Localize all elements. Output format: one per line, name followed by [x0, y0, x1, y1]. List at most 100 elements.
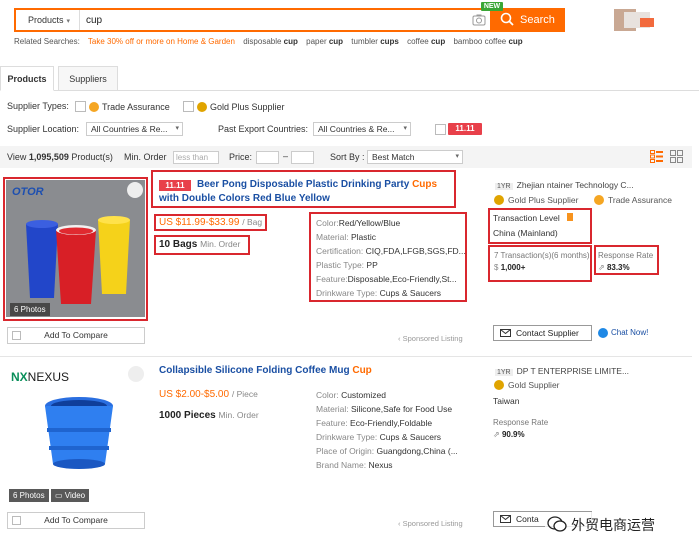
- attribute-row: Plastic Type: PP: [316, 260, 378, 270]
- trade-assurance-icon: [594, 195, 604, 205]
- past-export-select[interactable]: All Countries & Re... ▾: [313, 122, 411, 136]
- related-term[interactable]: paper cup: [306, 37, 343, 46]
- related-term[interactable]: bamboo coffee cup: [453, 37, 522, 46]
- search-icon: [500, 12, 514, 26]
- mug-illustration: [45, 397, 113, 469]
- product-count: View 1,095,509 Product(s): [7, 152, 113, 162]
- watermark: 外贸电商运营: [545, 512, 695, 536]
- sponsored-listing: ‹ Sponsored Listing: [398, 519, 463, 528]
- related-term[interactable]: tumbler cups: [351, 37, 399, 46]
- past-export-value: All Countries & Re...: [318, 124, 395, 134]
- search-scope-dropdown[interactable]: Products ▾: [16, 10, 80, 30]
- past-export-label: Past Export Countries:: [218, 124, 309, 134]
- add-to-compare-button[interactable]: Add To Compare: [7, 512, 145, 529]
- compare-label: Add To Compare: [44, 515, 108, 525]
- chat-now-link[interactable]: Chat Now!: [611, 328, 648, 337]
- search-input[interactable]: [86, 12, 466, 28]
- list-view-icon[interactable]: [650, 150, 663, 163]
- promo-filter-checkbox[interactable]: [435, 124, 446, 135]
- tab-products[interactable]: Products: [0, 66, 54, 91]
- attribute-row: Color: Customized: [316, 390, 386, 400]
- sort-value: Best Match: [372, 152, 415, 162]
- supplier-country: Taiwan: [493, 396, 520, 406]
- response-rate-value: ⇗ 83.3%: [598, 263, 630, 272]
- gold-supplier-label: Gold Supplier: [508, 380, 560, 390]
- response-rate-label: Response Rate: [598, 251, 654, 260]
- attribute-row: Material: Plastic: [316, 232, 377, 242]
- product-attributes: Color: Customized Material: Silicone,Saf…: [316, 388, 458, 472]
- supplier-location-label: Supplier Location:: [7, 124, 80, 134]
- supplier-name-link[interactable]: 1YR Zhejian ntainer Technology C...: [495, 180, 634, 190]
- envelope-icon: [500, 329, 511, 337]
- sponsored-listing: ‹ Sponsored Listing: [398, 334, 463, 343]
- row-divider: [0, 356, 692, 357]
- favorite-heart-icon[interactable]: [128, 366, 144, 382]
- price-max-input[interactable]: [291, 151, 314, 164]
- related-term[interactable]: disposable cup: [243, 37, 298, 46]
- search-bar: Products▾ Search: [14, 8, 565, 32]
- attribute-row: Drinkware Type: Cups & Saucers: [316, 432, 442, 442]
- chevron-down-icon: ▾: [66, 18, 71, 25]
- sort-label: Sort By :: [330, 152, 365, 162]
- wechat-icon: [547, 516, 567, 532]
- compare-checkbox[interactable]: [12, 331, 21, 340]
- compare-label: Add To Compare: [44, 330, 108, 340]
- product-title-link[interactable]: Beer Pong Disposable Plastic Drinking Pa…: [159, 178, 449, 206]
- attribute-row: Color:Red/Yellow/Blue: [316, 218, 401, 228]
- avatar[interactable]: [604, 9, 654, 33]
- related-term[interactable]: coffee cup: [407, 37, 445, 46]
- photo-count-badge: 6 Photos: [10, 303, 50, 316]
- supplier-country: China (Mainland): [493, 228, 558, 238]
- supplier-location-select[interactable]: All Countries & Re... ▾: [86, 122, 183, 136]
- gold-plus-supplier-label: Gold Plus Supplier: [508, 195, 579, 205]
- photo-count-badge: 6 Photos: [9, 489, 49, 502]
- search-scope-label: Products: [28, 15, 64, 25]
- min-order-label: Min. Order: [124, 152, 167, 162]
- tab-suppliers[interactable]: Suppliers: [58, 66, 118, 91]
- price-min-input[interactable]: [256, 151, 279, 164]
- min-order: 1000 Pieces Min. Order: [159, 410, 259, 421]
- add-to-compare-button[interactable]: Add To Compare: [7, 327, 145, 344]
- supplier-name-link[interactable]: 1YR DP T ENTERPRISE LIMITE...: [495, 366, 629, 376]
- transaction-level-label: Transaction Level: [493, 213, 560, 223]
- trade-assurance-icon: [89, 102, 99, 112]
- product-image[interactable]: OTOR 6 Photos: [6, 180, 145, 317]
- search-button-label: Search: [520, 14, 555, 26]
- brand-logo: OTOR: [12, 186, 44, 198]
- compare-checkbox[interactable]: [12, 516, 21, 525]
- gold-medal-icon: [197, 102, 207, 112]
- product-title-link[interactable]: Collapsible Silicone Folding Coffee Mug …: [159, 364, 372, 378]
- min-order-input[interactable]: less than: [173, 151, 219, 164]
- trade-assurance-checkbox[interactable]: [75, 101, 86, 112]
- dollar-icon: $: [494, 263, 499, 272]
- promo-link[interactable]: Take 30% off or more on Home & Garden: [88, 37, 235, 46]
- attribute-row: Feature: Eco-Friendly,Foldable: [316, 418, 433, 428]
- favorite-heart-icon[interactable]: [127, 182, 143, 198]
- response-rate-label: Response Rate: [493, 418, 549, 427]
- contact-supplier-button[interactable]: Contact Supplier: [493, 325, 592, 341]
- envelope-icon: [500, 515, 511, 523]
- sort-select[interactable]: Best Match ▾: [367, 150, 463, 164]
- promo-11-11-tag: 11.11: [448, 123, 482, 135]
- camera-icon[interactable]: [472, 13, 486, 27]
- gold-medal-icon: [494, 380, 504, 390]
- price: US $2.00-$5.00 / Piece: [159, 389, 258, 400]
- transaction-count: 7 Transaction(s)(6 months): [494, 251, 590, 260]
- video-icon: ▭: [55, 491, 63, 500]
- grid-view-icon[interactable]: [670, 150, 683, 163]
- product-image[interactable]: NXNEXUS 6 Photos ▭ Video: [7, 364, 145, 504]
- chevron-down-icon: ▾: [403, 125, 407, 132]
- supplier-location-value: All Countries & Re...: [91, 124, 168, 134]
- related-searches: Related Searches: Take 30% off or more o…: [14, 37, 529, 46]
- attribute-row: Drinkware Type: Cups & Saucers: [316, 288, 442, 298]
- transaction-amount: $ 1,000+: [494, 263, 526, 272]
- trade-assurance-label: Trade Assurance: [608, 195, 672, 205]
- min-order: 10 Bags Min. Order: [159, 239, 241, 250]
- search-button[interactable]: Search: [490, 8, 565, 32]
- video-badge[interactable]: ▭ Video: [51, 489, 90, 502]
- related-searches-label: Related Searches:: [14, 37, 80, 46]
- chat-icon: [598, 328, 608, 338]
- new-badge: NEW: [481, 2, 503, 11]
- price-label: Price:: [229, 152, 253, 162]
- gold-plus-checkbox[interactable]: [183, 101, 194, 112]
